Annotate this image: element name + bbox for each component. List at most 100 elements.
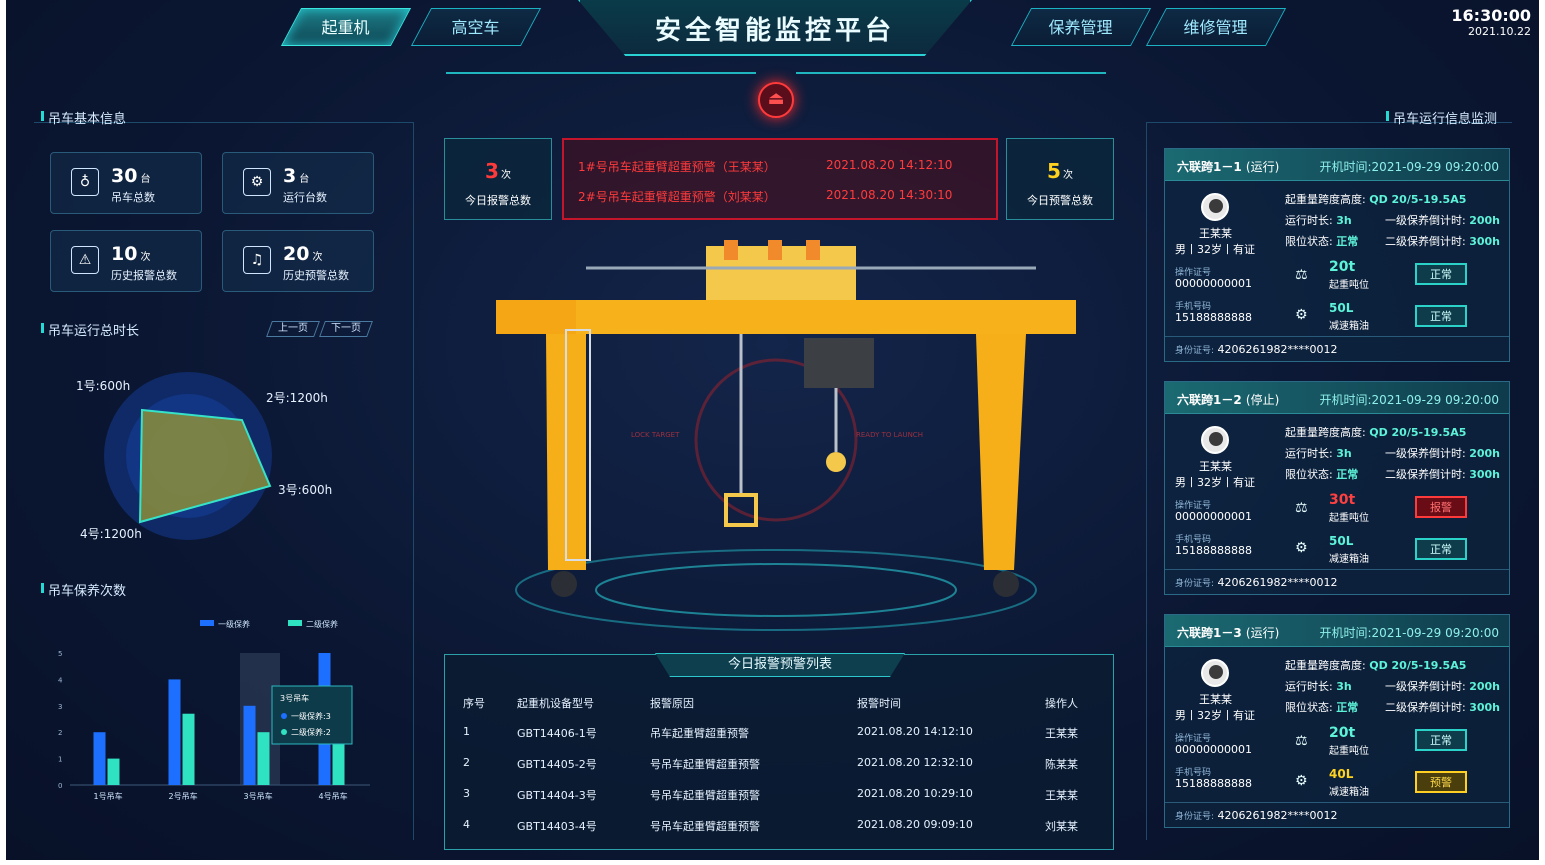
limit-row: 限位状态: 正常 bbox=[1285, 233, 1358, 249]
table-cell: 1 bbox=[463, 725, 470, 738]
span-row: 起重量跨度高度: QD 20/5-19.5A5 bbox=[1285, 657, 1466, 673]
legend-label: 二级保养 bbox=[306, 619, 338, 629]
bar[interactable] bbox=[168, 679, 181, 785]
phone-number: 15188888888 bbox=[1175, 311, 1252, 324]
y-tick-label: 0 bbox=[58, 782, 62, 790]
x-tick-label: 3号吊车 bbox=[244, 791, 273, 801]
card-divider bbox=[1165, 569, 1509, 570]
crane-girder bbox=[496, 300, 1076, 334]
crane-monitor-card[interactable]: 六联跨1－2 (停止) 开机时间:2021-09-29 09:20:00 王某某… bbox=[1164, 381, 1510, 595]
stat-label: 历史预警总数 bbox=[283, 269, 349, 282]
table-cell: 号吊车起重臂超重预警 bbox=[650, 820, 760, 833]
table-cell: 2021.08.20 14:12:10 bbox=[857, 725, 973, 738]
card-divider bbox=[1165, 336, 1509, 337]
radar-label: 2号:1200h bbox=[266, 391, 328, 405]
runtime-label: 运行时长: bbox=[1285, 214, 1333, 227]
section-title-monitor: 吊车运行信息监测 bbox=[1385, 108, 1497, 127]
today-alarm-label: 今日报警总数 bbox=[465, 194, 531, 207]
span-value: QD 20/5-19.5A5 bbox=[1369, 659, 1467, 672]
crane-motor bbox=[724, 240, 738, 260]
l2-value: 300h bbox=[1469, 468, 1501, 481]
bar[interactable] bbox=[93, 732, 106, 785]
alarm-siren-icon[interactable]: ⏏ bbox=[758, 82, 794, 118]
bar[interactable] bbox=[182, 713, 195, 785]
alarm-item[interactable]: 2#号吊车起重臂超重预警（刘某某） 2021.08.20 14:30:10 bbox=[578, 188, 952, 205]
next-page-button[interactable]: 下一页 bbox=[319, 321, 373, 337]
crane-load-icon: ⚖ bbox=[1295, 267, 1308, 283]
bar[interactable] bbox=[257, 732, 270, 785]
operator-info: 男丨32岁丨有证 bbox=[1175, 709, 1255, 722]
y-tick-label: 2 bbox=[58, 729, 62, 737]
load-value: 20t bbox=[1329, 259, 1356, 275]
alarm-item[interactable]: 1#号吊车起重臂超重预警（王某某） 2021.08.20 14:12:10 bbox=[578, 158, 952, 175]
table-cell: GBT14406-1号 bbox=[517, 727, 597, 740]
bar[interactable] bbox=[243, 705, 256, 785]
header-deco-right bbox=[796, 72, 1106, 74]
limit-label: 限位状态: bbox=[1285, 235, 1333, 248]
crane-name: 六联跨1－1 (运行) bbox=[1177, 158, 1279, 175]
base-ring-outer bbox=[515, 549, 1037, 631]
page-title: 安全智能监控平台 bbox=[654, 16, 895, 46]
crane-name-text: 六联跨1－3 bbox=[1177, 626, 1242, 640]
card-header: 六联跨1－2 (停止) 开机时间:2021-09-29 09:20:00 bbox=[1165, 382, 1509, 414]
limit-row: 限位状态: 正常 bbox=[1285, 699, 1358, 715]
prev-page-button[interactable]: 上一页 bbox=[266, 321, 320, 337]
load-status-button[interactable]: 正常 bbox=[1415, 263, 1467, 285]
tooltip-row: 一级保养:3 bbox=[291, 711, 331, 721]
tab-crane[interactable]: 起重机 bbox=[280, 8, 412, 46]
id-value: 4206261982****0012 bbox=[1217, 576, 1338, 589]
chart-tooltip: 3号吊车一级保养:3 二级保养:2 bbox=[271, 685, 353, 745]
l1-label: 一级保养倒计时: bbox=[1385, 214, 1466, 227]
prev-page-label: 上一页 bbox=[278, 323, 308, 334]
load-status-button[interactable]: 报警 bbox=[1415, 496, 1467, 518]
operator-cert-no: 00000000001 bbox=[1175, 277, 1252, 290]
id-row: 身份证号: 4206261982****0012 bbox=[1175, 576, 1338, 589]
oil-label: 减速箱油 bbox=[1329, 321, 1369, 332]
start-time: 开机时间:2021-09-29 09:20:00 bbox=[1319, 160, 1500, 174]
today-warning-label: 今日预警总数 bbox=[1027, 194, 1093, 207]
table-cell: 4 bbox=[463, 818, 470, 831]
oil-status-button[interactable]: 正常 bbox=[1415, 305, 1467, 327]
section-title-basic: 吊车基本信息 bbox=[40, 108, 126, 127]
load-label: 起重吨位 bbox=[1329, 513, 1369, 524]
hud-left-text: LOCK TARGET bbox=[631, 431, 680, 439]
start-time: 开机时间:2021-09-29 09:20:00 bbox=[1319, 393, 1500, 407]
span-value: QD 20/5-19.5A5 bbox=[1369, 426, 1467, 439]
oil-status-button[interactable]: 正常 bbox=[1415, 538, 1467, 560]
radar-label: 1号:600h bbox=[76, 379, 130, 393]
today-alarm-value: 3次 bbox=[445, 159, 551, 183]
id-row: 身份证号: 4206261982****0012 bbox=[1175, 343, 1338, 356]
limit-row: 限位状态: 正常 bbox=[1285, 466, 1358, 482]
span-label: 起重量跨度高度: bbox=[1285, 193, 1366, 206]
l2-row: 二级保养倒计时: 300h bbox=[1385, 233, 1500, 249]
stat-card-history-alarm: ⚠ 10 次 历史报警总数 bbox=[50, 230, 202, 292]
span-row: 起重量跨度高度: QD 20/5-19.5A5 bbox=[1285, 424, 1466, 440]
load-label: 起重吨位 bbox=[1329, 746, 1369, 757]
crane-monitor-card[interactable]: 六联跨1－3 (运行) 开机时间:2021-09-29 09:20:00 王某某… bbox=[1164, 614, 1510, 828]
load-status-button[interactable]: 正常 bbox=[1415, 729, 1467, 751]
operator-name: 王某某 bbox=[1199, 227, 1232, 240]
dashboard-screen: 起重机 高空车 安全智能监控平台 保养管理 维修管理 16:30:00 2021… bbox=[6, 0, 1539, 860]
base-ring-inner bbox=[595, 563, 957, 617]
next-page-label: 下一页 bbox=[331, 323, 361, 334]
tab-repair[interactable]: 维修管理 bbox=[1145, 8, 1287, 46]
runtime-row: 运行时长: 3h bbox=[1285, 445, 1352, 461]
operator-info: 男丨32岁丨有证 bbox=[1175, 476, 1255, 489]
today-warning-number: 5 bbox=[1047, 159, 1061, 183]
oil-value: 50L bbox=[1329, 301, 1354, 315]
span-value: QD 20/5-19.5A5 bbox=[1369, 193, 1467, 206]
table-title: 今日报警预警列表 bbox=[655, 653, 905, 677]
table-cell: 2021.08.20 10:29:10 bbox=[857, 787, 973, 800]
load-label: 起重吨位 bbox=[1329, 280, 1369, 291]
crane-name: 六联跨1－2 (停止) bbox=[1177, 391, 1279, 408]
x-tick-label: 2号吊车 bbox=[169, 791, 198, 801]
oil-status-button[interactable]: 预警 bbox=[1415, 771, 1467, 793]
runtime-value: 3h bbox=[1336, 214, 1352, 227]
tab-aerial-vehicle[interactable]: 高空车 bbox=[410, 8, 542, 46]
avatar bbox=[1201, 426, 1229, 454]
crane-monitor-card[interactable]: 六联跨1－1 (运行) 开机时间:2021-09-29 09:20:00 王某某… bbox=[1164, 148, 1510, 362]
tab-maintenance[interactable]: 保养管理 bbox=[1010, 8, 1152, 46]
bar[interactable] bbox=[107, 758, 120, 785]
table-header: 报警时间 bbox=[857, 697, 901, 710]
radar-label: 3号:600h bbox=[278, 483, 332, 497]
